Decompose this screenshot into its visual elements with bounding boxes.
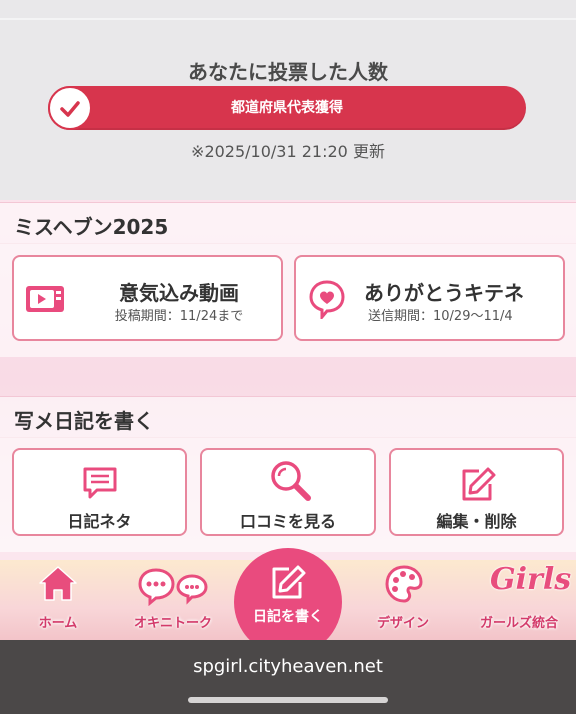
thanks-kitene-card[interactable]: ありがとうキテネ 送信期間：10/29〜11/4 [294,255,565,341]
edit-icon [459,466,497,508]
promo-video-card[interactable]: 意気込み動画 投稿期間：11/24まで [12,255,283,341]
home-indicator[interactable] [188,697,388,703]
home-icon [38,564,78,606]
section-title: ミスヘブン2025 [14,215,169,239]
tab-label: デザイン [376,616,429,631]
tab-girls-integration[interactable]: Girls ガールズ統合 [462,560,576,640]
girls-logo-icon: Girls [490,562,572,597]
palette-icon [384,564,424,608]
check-icon [48,86,92,130]
miss-heaven-header: ミスヘブン2025 [0,202,576,244]
diary-header: 写メ日記を書く [0,396,576,438]
button-label: 編集・削除 [436,512,517,531]
button-label: 日記ネタ [67,512,132,531]
card-subtitle: 送信期間：10/29〜11/4 [368,309,513,324]
tab-label: ガールズ統合 [479,616,558,631]
tab-label: 日記を書く [253,609,323,625]
tab-home[interactable]: ホーム [0,560,116,640]
section-title: 写メ日記を書く [14,409,154,433]
tab-label: オキニトーク [133,616,212,631]
vote-title: あなたに投票した人数 [188,60,388,84]
magnifier-icon [268,458,314,508]
heart-bubble-icon [308,279,346,323]
button-label: 口コミを見る [239,512,336,531]
card-title: ありがとうキテネ [364,281,524,305]
tab-design[interactable]: デザイン [350,560,456,640]
write-icon [269,564,307,606]
view-reviews-button[interactable]: 口コミを見る [200,448,376,536]
edit-delete-button[interactable]: 編集・削除 [389,448,564,536]
browser-url[interactable]: spgirl.cityheaven.net [0,656,576,677]
vote-updated-time: ※2025/10/31 21:20 更新 [191,142,385,161]
vote-status-label: 都道府県代表獲得 [231,100,343,116]
tab-label: ホーム [38,616,78,631]
divider [0,18,576,20]
speech-bubble-icon [81,466,119,504]
diary-topic-button[interactable]: 日記ネタ [12,448,187,536]
chat-bubbles-icon [138,566,210,610]
tab-okini-talk[interactable]: オキニトーク [120,560,226,640]
